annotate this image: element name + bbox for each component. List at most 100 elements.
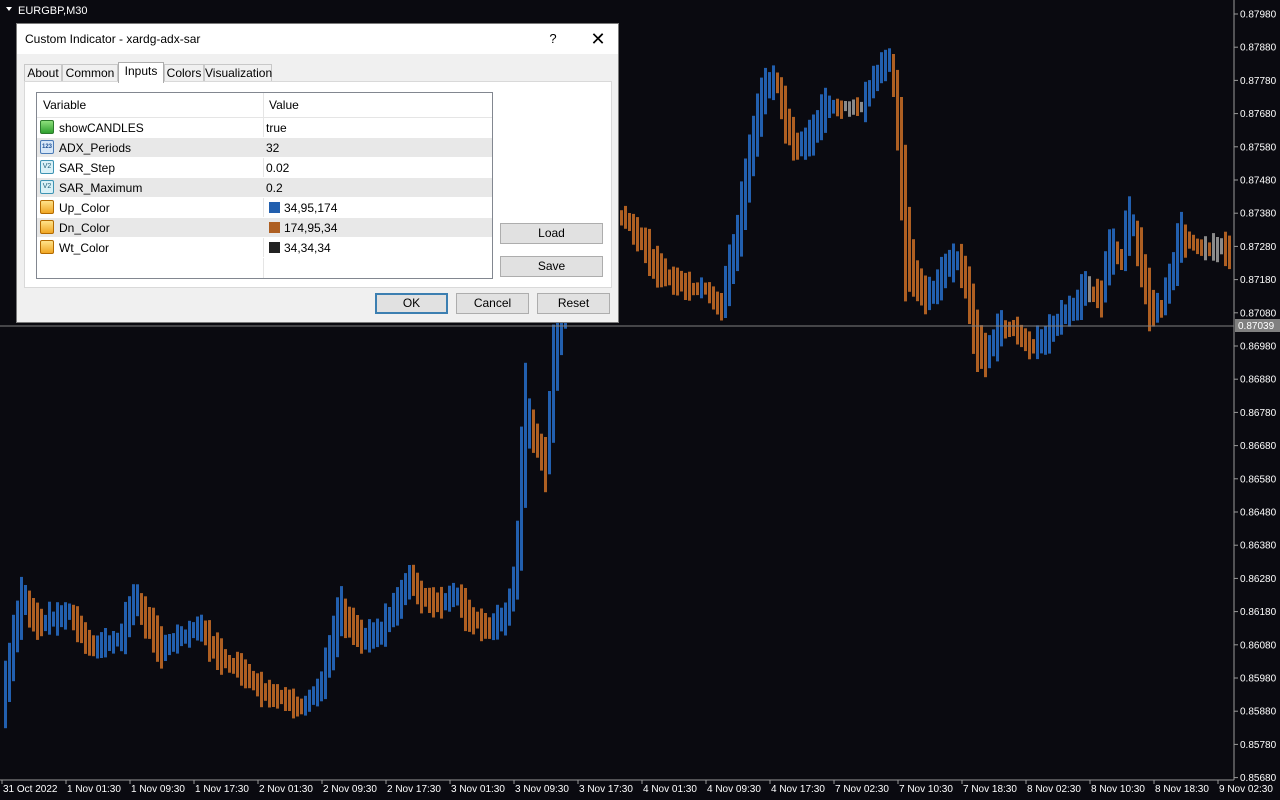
candle-bar xyxy=(1032,339,1035,354)
param-row-adx-periods[interactable]: 123 ADX_Periods 32 xyxy=(37,138,492,158)
time-axis-label: 7 Nov 18:30 xyxy=(963,784,1017,795)
candle-bar xyxy=(900,97,903,221)
candle-bar xyxy=(820,94,823,141)
param-row-up-color[interactable]: Up_Color 34,95,174 xyxy=(37,198,492,218)
color-icon xyxy=(40,200,54,214)
param-row-sar-maximum[interactable]: V2 SAR_Maximum 0.2 xyxy=(37,178,492,198)
color-swatch[interactable] xyxy=(269,202,280,213)
candle-bar xyxy=(684,272,687,300)
param-value[interactable]: 174,95,34 xyxy=(284,221,337,235)
reset-button[interactable]: Reset xyxy=(537,293,610,314)
candle-bar xyxy=(284,687,287,711)
candle-bar xyxy=(956,251,959,271)
time-axis-label: 8 Nov 10:30 xyxy=(1091,784,1145,795)
candle-bar xyxy=(424,588,427,607)
candle-bar xyxy=(496,604,499,640)
candle-bar xyxy=(136,584,139,617)
candle-bar xyxy=(480,608,483,642)
candle-bar xyxy=(964,255,967,299)
candle-bar xyxy=(952,243,955,283)
custom-indicator-dialog: Custom Indicator - xardg-adx-sar ? ✕ Abo… xyxy=(16,23,619,323)
candle-bar xyxy=(428,587,431,613)
close-icon[interactable]: ✕ xyxy=(583,27,613,51)
tab-visualization[interactable]: Visualization xyxy=(204,64,272,82)
ok-button[interactable]: OK xyxy=(375,293,448,314)
candle-bar xyxy=(1120,249,1123,270)
candle-bar xyxy=(108,635,111,651)
current-price-label: 0.87039 xyxy=(1238,321,1275,332)
candle-bar xyxy=(408,565,411,600)
param-value[interactable]: 0.02 xyxy=(266,161,289,175)
candle-bar xyxy=(1064,304,1067,324)
param-value[interactable]: 34,34,34 xyxy=(284,241,331,255)
candle-bar xyxy=(1088,276,1091,303)
candle-bar xyxy=(40,608,43,637)
variable-column-header[interactable]: Variable xyxy=(43,98,86,112)
param-row-dn-color[interactable]: Dn_Color 174,95,34 xyxy=(37,218,492,238)
candle-bar xyxy=(664,258,667,287)
candle-bar xyxy=(724,265,727,318)
param-value[interactable]: true xyxy=(266,121,287,135)
candle-bar xyxy=(260,671,263,708)
candle-bar xyxy=(984,332,987,378)
candle-bar xyxy=(316,678,319,707)
time-axis-label: 4 Nov 09:30 xyxy=(707,784,761,795)
candle-bar xyxy=(432,587,435,618)
price-axis-label: 0.86980 xyxy=(1240,342,1277,353)
param-value[interactable]: 34,95,174 xyxy=(284,201,337,215)
tab-inputs[interactable]: Inputs xyxy=(118,62,164,83)
param-value[interactable]: 0.2 xyxy=(266,181,283,195)
candle-bar xyxy=(268,679,271,708)
candle-bar xyxy=(380,621,383,645)
candle-bar xyxy=(276,684,279,709)
candle-bar xyxy=(60,605,63,628)
candle-bar xyxy=(648,228,651,276)
color-swatch[interactable] xyxy=(269,222,280,233)
price-axis-label: 0.86880 xyxy=(1240,375,1277,386)
time-axis-label: 9 Nov 02:30 xyxy=(1219,784,1273,795)
candle-bar xyxy=(228,655,231,673)
candle-bar xyxy=(172,633,175,652)
candle-bar xyxy=(680,270,683,292)
value-column-header[interactable]: Value xyxy=(269,98,299,112)
candle-bar xyxy=(324,647,327,700)
candle-bar xyxy=(420,580,423,614)
candle-bar xyxy=(68,603,71,620)
candle-bar xyxy=(1012,320,1015,337)
candle-bar xyxy=(12,614,15,682)
param-name: showCANDLES xyxy=(59,121,144,135)
candle-bar xyxy=(20,576,23,640)
price-axis-label: 0.86380 xyxy=(1240,541,1277,552)
candle-bar xyxy=(876,64,879,92)
candle-bar xyxy=(1068,295,1071,327)
candle-bar xyxy=(796,132,799,160)
param-row-sar-step[interactable]: V2 SAR_Step 0.02 xyxy=(37,158,492,178)
parameters-grid: Variable Value showCANDLES true 123 ADX_… xyxy=(36,92,493,279)
candle-bar xyxy=(332,615,335,671)
tab-common[interactable]: Common xyxy=(62,64,118,82)
help-button[interactable]: ? xyxy=(543,29,563,49)
save-button[interactable]: Save xyxy=(500,256,603,277)
param-value[interactable]: 32 xyxy=(266,141,279,155)
color-swatch[interactable] xyxy=(269,242,280,253)
price-axis-label: 0.86680 xyxy=(1240,441,1277,452)
candle-bar xyxy=(732,234,735,284)
param-row-showcandles[interactable]: showCANDLES true xyxy=(37,118,492,138)
dialog-titlebar[interactable]: Custom Indicator - xardg-adx-sar ? ✕ xyxy=(17,24,618,54)
candle-bar xyxy=(328,635,331,678)
price-axis-label: 0.86780 xyxy=(1240,408,1277,419)
candle-bar xyxy=(532,409,535,453)
candle-bar xyxy=(800,131,803,157)
tab-colors[interactable]: Colors xyxy=(164,64,204,82)
double-icon: V2 xyxy=(40,160,54,174)
candle-bar xyxy=(828,95,831,118)
tab-about[interactable]: About xyxy=(24,64,62,82)
cancel-button[interactable]: Cancel xyxy=(456,293,529,314)
param-name: Wt_Color xyxy=(59,241,110,255)
candle-bar xyxy=(400,579,403,619)
load-button[interactable]: Load xyxy=(500,223,603,244)
symbol-dropdown-icon[interactable] xyxy=(6,7,12,11)
candle-bar xyxy=(88,629,91,656)
param-row-wt-color[interactable]: Wt_Color 34,34,34 xyxy=(37,238,492,258)
time-axis-label: 31 Oct 2022 xyxy=(3,784,58,795)
